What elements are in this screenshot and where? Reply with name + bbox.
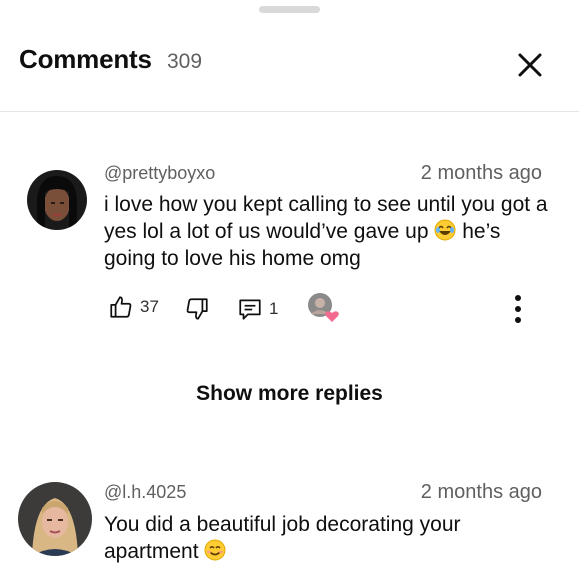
comment-text-part: You did a beautiful job decorating your … [104, 513, 461, 563]
close-icon [518, 53, 542, 77]
comments-sheet: Comments 309 @prettyboyxo 2 months ago i… [0, 0, 579, 580]
like-count: 37 [140, 297, 159, 316]
comment-text: i love how you kept calling to see until… [104, 191, 549, 272]
comment-actions: 37 1 [104, 290, 549, 330]
reply-button[interactable]: 1 [237, 296, 278, 322]
show-more-replies-button[interactable]: Show more replies [0, 382, 579, 406]
thumbs-up-icon [110, 296, 132, 318]
smiling-emoji-icon [204, 539, 226, 561]
comment-time: 2 months ago [420, 162, 542, 184]
avatar[interactable] [27, 170, 87, 230]
dislike-button[interactable] [184, 296, 210, 322]
reply-icon [239, 299, 261, 320]
comment-author[interactable]: @l.h.4025 [104, 482, 186, 503]
laughing-emoji-icon [434, 219, 456, 241]
comment-time: 2 months ago [420, 481, 542, 503]
creator-heart [307, 292, 341, 324]
like-button[interactable]: 37 [108, 294, 159, 320]
comments-title: Comments [19, 44, 152, 74]
close-button[interactable] [510, 45, 550, 85]
comment-author[interactable]: @prettyboyxo [104, 163, 215, 184]
avatar[interactable] [18, 482, 92, 556]
show-more-replies-label: Show more replies [196, 382, 383, 405]
reply-count: 1 [269, 299, 279, 318]
more-vertical-icon [515, 295, 521, 323]
comment-text: You did a beautiful job decorating your … [104, 511, 549, 565]
more-options-button[interactable] [508, 292, 528, 326]
thumbs-down-icon [186, 298, 208, 320]
comments-header: Comments 309 [0, 30, 579, 112]
comments-count: 309 [167, 50, 203, 73]
drag-handle[interactable] [259, 6, 320, 13]
creator-heart-icon [308, 293, 339, 322]
